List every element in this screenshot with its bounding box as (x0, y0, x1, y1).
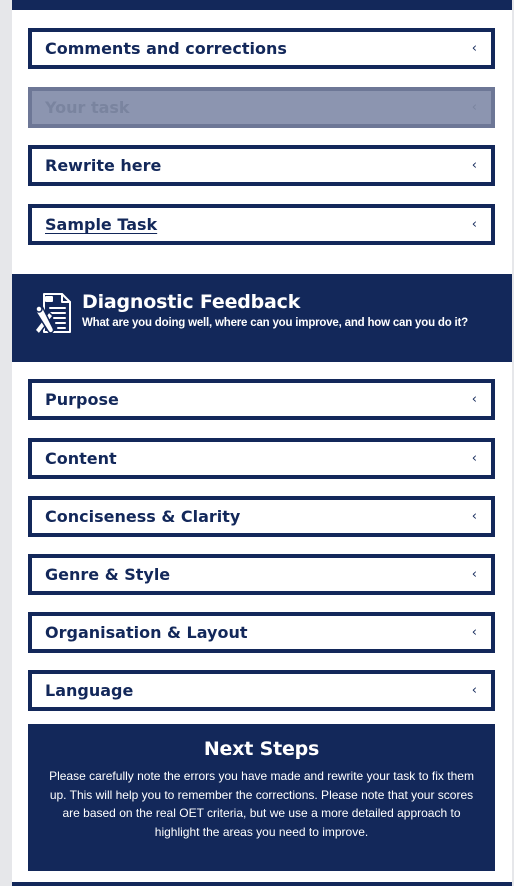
chevron-left-icon: ‹ (471, 683, 477, 698)
accordion-label: Language (45, 681, 134, 700)
accordion-label: Rewrite here (45, 156, 162, 175)
accordion-label: Genre & Style (45, 565, 171, 584)
chevron-left-icon: ‹ (471, 41, 477, 56)
chevron-left-icon: ‹ (471, 451, 477, 466)
accordion-sample-task[interactable]: Sample Task ‹ (28, 204, 495, 245)
accordion-purpose[interactable]: Purpose ‹ (28, 379, 495, 420)
accordion-language[interactable]: Language ‹ (28, 670, 495, 711)
accordion-label[interactable]: Sample Task (45, 215, 157, 234)
chevron-left-icon: ‹ (471, 567, 477, 582)
accordion-content[interactable]: Content ‹ (28, 438, 495, 479)
accordion-label: Purpose (45, 390, 119, 409)
document-tools-icon (34, 293, 71, 336)
bottom-divider (12, 882, 512, 886)
diagnostic-feedback-banner: Diagnostic Feedback What are you doing w… (12, 274, 512, 362)
accordion-label: Your task (45, 98, 130, 117)
accordion-label: Organisation & Layout (45, 623, 248, 642)
feedback-title: Diagnostic Feedback (82, 291, 301, 313)
accordion-your-task[interactable]: Your task ‹ (28, 87, 495, 128)
feedback-subtitle: What are you doing well, where can you i… (82, 317, 468, 329)
accordion-rewrite-here[interactable]: Rewrite here ‹ (28, 145, 495, 186)
page-content: Comments and corrections ‹ Your task ‹ R… (12, 0, 512, 886)
accordion-conciseness-clarity[interactable]: Conciseness & Clarity ‹ (28, 496, 495, 537)
next-steps-body: Please carefully note the errors you hav… (49, 769, 474, 839)
accordion-label: Conciseness & Clarity (45, 507, 241, 526)
accordion-genre-style[interactable]: Genre & Style ‹ (28, 554, 495, 595)
accordion-label: Content (45, 449, 117, 468)
chevron-left-icon: ‹ (471, 509, 477, 524)
next-steps-panel: Next Steps Please carefully note the err… (28, 724, 495, 871)
page-gutter (0, 0, 12, 886)
accordion-comments-and-corrections[interactable]: Comments and corrections ‹ (28, 28, 495, 69)
accordion-organisation-layout[interactable]: Organisation & Layout ‹ (28, 612, 495, 653)
chevron-left-icon: ‹ (471, 100, 477, 115)
next-steps-title: Next Steps (203, 738, 320, 760)
accordion-label: Comments and corrections (45, 39, 287, 58)
chevron-left-icon: ‹ (471, 217, 477, 232)
chevron-left-icon: ‹ (471, 158, 477, 173)
top-header-bar (12, 0, 512, 10)
chevron-left-icon: ‹ (471, 392, 477, 407)
chevron-left-icon: ‹ (471, 625, 477, 640)
